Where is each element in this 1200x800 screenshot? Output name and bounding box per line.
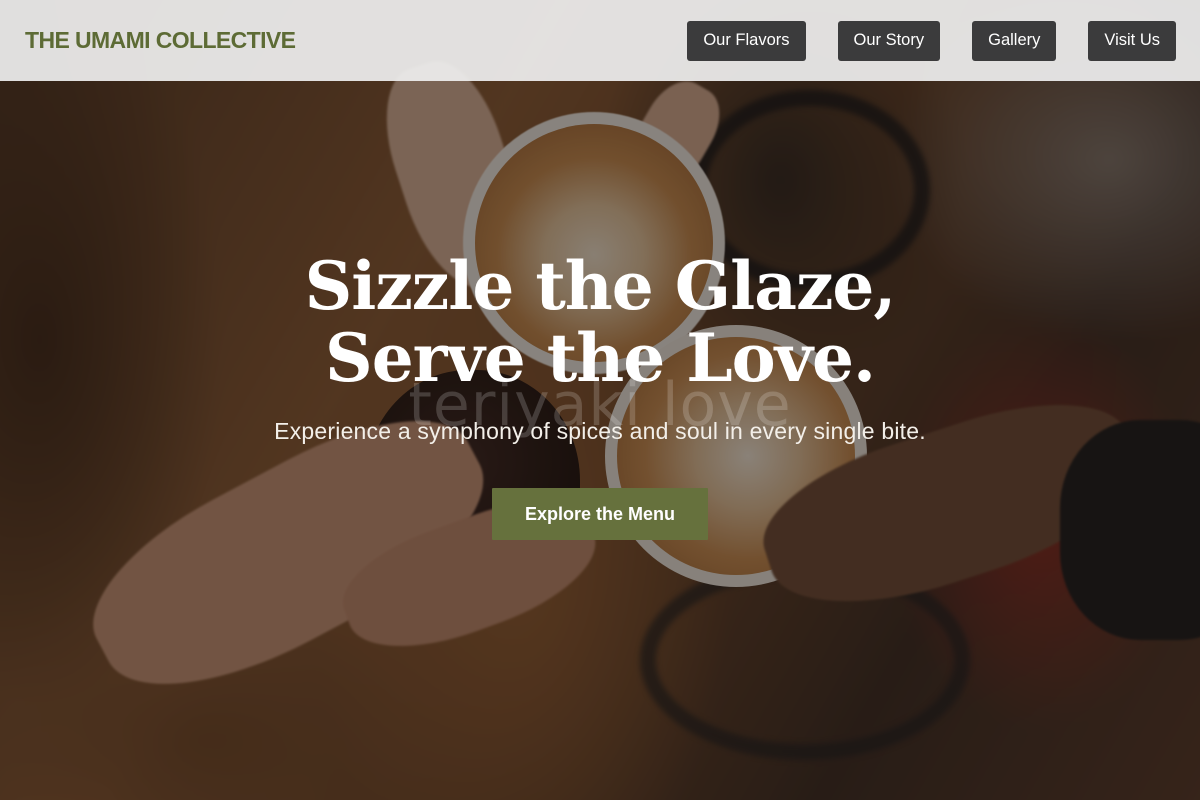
explore-menu-button[interactable]: Explore the Menu (492, 488, 708, 540)
site-header: THE UMAMI COLLECTIVE Our Flavors Our Sto… (0, 0, 1200, 81)
nav-our-story-button[interactable]: Our Story (837, 20, 941, 61)
nav-gallery-button[interactable]: Gallery (972, 20, 1057, 61)
nav-visit-us-button[interactable]: Visit Us (1088, 20, 1176, 61)
nav-our-flavors-button[interactable]: Our Flavors (687, 20, 806, 61)
hero-content: Sizzle the Glaze, Serve the Love. Experi… (0, 250, 1200, 540)
main-nav: Our Flavors Our Story Gallery Visit Us (687, 20, 1176, 61)
hero-headline: Sizzle the Glaze, Serve the Love. (304, 247, 897, 397)
hero-tagline: Experience a symphony of spices and soul… (274, 418, 926, 444)
brand-logo-text[interactable]: THE UMAMI COLLECTIVE (25, 27, 296, 54)
